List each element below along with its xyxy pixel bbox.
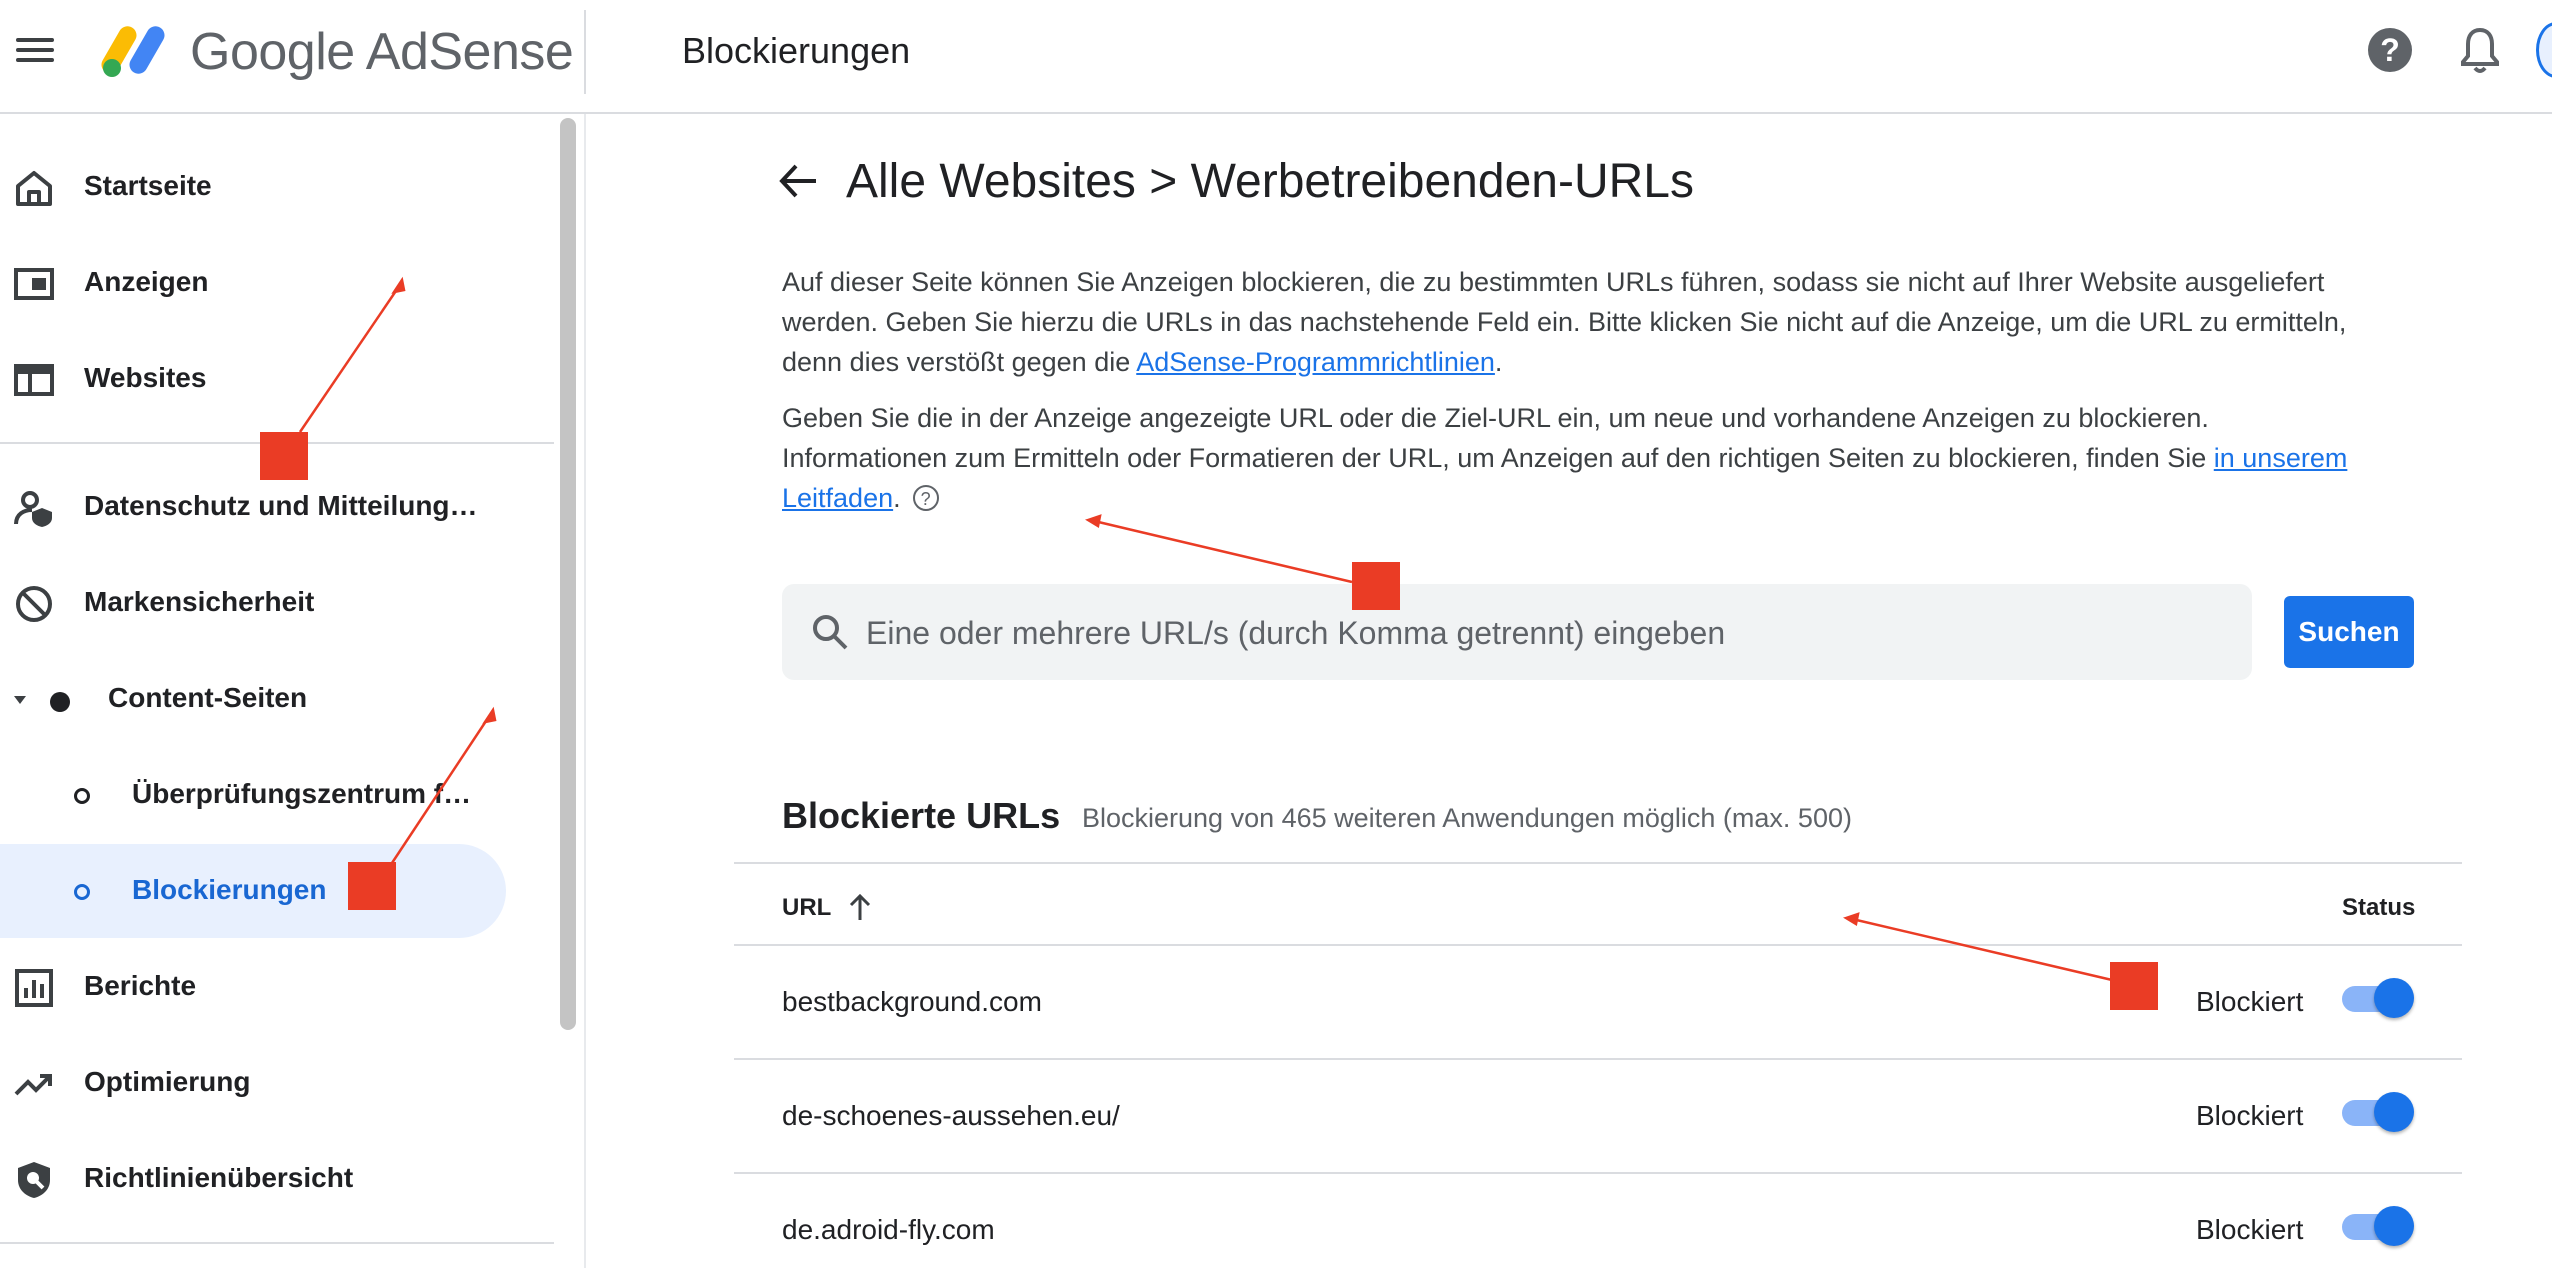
account-avatar[interactable] (2536, 22, 2552, 78)
sidebar-item-label: Anzeigen (84, 266, 209, 297)
annotation-marker (260, 432, 308, 480)
block-icon (16, 586, 52, 622)
table-row-status: Blockiert (2196, 1100, 2304, 1131)
top-app-bar: Google AdSense Blockierungen ? (0, 0, 2552, 114)
table-row-status: Blockiert (2196, 1214, 2304, 1245)
help-icon[interactable]: ? (2368, 28, 2412, 72)
search-button[interactable]: Suchen (2284, 596, 2414, 668)
sidebar-item-optimierung[interactable]: Optimierung (0, 1036, 520, 1130)
sidebar-item-websites[interactable]: Websites (0, 332, 520, 426)
sidebar-item-label: Blockierungen (132, 874, 327, 905)
trending-icon (14, 1074, 52, 1096)
sidebar-item-anzeigen[interactable]: Anzeigen (0, 236, 520, 330)
circle-icon (74, 884, 90, 900)
instructions-paragraph: Geben Sie die in der Anzeige angezeigte … (782, 398, 2362, 518)
instructions-end: . (893, 483, 901, 513)
url-column-header[interactable]: URL (782, 888, 831, 928)
sidebar-item-label: Datenschutz und Mitteilung… (84, 490, 478, 521)
sidebar-item-ueberpruefungszentrum[interactable]: Überprüfungszentrum f… (0, 748, 520, 842)
table-divider (734, 1058, 2462, 1060)
ads-icon (14, 268, 54, 300)
circle-icon (74, 788, 90, 804)
sidebar-item-blockierungen[interactable]: Blockierungen (0, 844, 506, 938)
sidebar-item-startseite[interactable]: Startseite (0, 140, 520, 234)
blocked-urls-title: Blockierte URLs (782, 795, 1061, 836)
back-arrow-icon[interactable] (776, 158, 822, 204)
instructions-text: Geben Sie die in der Anzeige angezeigte … (782, 403, 2214, 473)
sidebar-scrollbar[interactable] (560, 118, 576, 1030)
header-divider (584, 10, 586, 94)
program-policies-link[interactable]: AdSense-Programmrichtlinien (1136, 347, 1495, 377)
url-search-box[interactable] (782, 584, 2252, 680)
sidebar-item-berichte[interactable]: Berichte (0, 940, 520, 1034)
sidebar-item-markensicherheit[interactable]: Markensicherheit (0, 556, 520, 650)
annotation-marker (2110, 962, 2158, 1010)
table-divider (734, 1172, 2462, 1174)
sidebar-item-label: Startseite (84, 170, 212, 201)
notifications-bell-icon[interactable] (2458, 26, 2502, 76)
sidebar-item-richtlinienuebersicht[interactable]: Richtlinienübersicht (0, 1132, 520, 1226)
page-heading: Blockierungen (682, 30, 911, 71)
intro-text: Auf dieser Seite können Sie Anzeigen blo… (782, 267, 2347, 377)
table-row-url: de.adroid-fly.com (782, 1214, 995, 1245)
sidebar-item-label: Markensicherheit (84, 586, 315, 617)
annotation-marker (1352, 562, 1400, 610)
block-toggle[interactable] (2342, 1092, 2414, 1132)
intro-end: . (1494, 347, 1503, 377)
status-column-header: Status (2342, 894, 2416, 921)
home-icon (16, 171, 52, 206)
sidebar-item-label: Websites (84, 362, 207, 393)
sites-icon (14, 364, 54, 396)
annotation-marker (348, 862, 396, 910)
adsense-logo-icon (101, 26, 165, 77)
table-divider (734, 944, 2462, 946)
table-row-status: Blockiert (2196, 986, 2304, 1017)
table-divider (734, 862, 2462, 864)
reports-icon (15, 969, 53, 1007)
block-toggle[interactable] (2342, 978, 2414, 1018)
table-row-url: de-schoenes-aussehen.eu/ (782, 1100, 1120, 1131)
intro-paragraph: Auf dieser Seite können Sie Anzeigen blo… (782, 262, 2362, 382)
sidebar-item-label: Richtlinienübersicht (84, 1162, 354, 1193)
sidebar-border (584, 114, 586, 1268)
policy-shield-icon (18, 1162, 50, 1198)
page-title: Alle Websites > Werbetreibenden-URLs (846, 155, 1694, 208)
sidebar-item-label: Optimierung (84, 1066, 251, 1097)
blocked-urls-quota: Blockierung von 465 weiteren Anwendungen… (1082, 803, 1852, 833)
search-icon (813, 615, 848, 650)
sidebar-divider (0, 1242, 554, 1244)
hamburger-menu-icon[interactable] (16, 32, 60, 68)
privacy-icon (14, 491, 52, 527)
sidebar-item-label: Überprüfungszentrum f… (132, 778, 472, 809)
block-toggle[interactable] (2342, 1206, 2414, 1246)
url-search-input[interactable] (864, 606, 2228, 660)
brand-name: Google AdSense (190, 23, 574, 81)
help-circle-icon[interactable]: ? (912, 485, 939, 511)
sort-ascending-icon[interactable] (846, 892, 874, 924)
sidebar-item-label: Berichte (84, 970, 197, 1001)
sidebar-item-label: Content-Seiten (108, 682, 308, 713)
sidebar-item-content-seiten[interactable]: Content-Seiten (0, 652, 520, 746)
expand-caret-icon[interactable] (12, 694, 28, 706)
dot-icon (50, 692, 70, 712)
table-row-url: bestbackground.com (782, 986, 1042, 1017)
